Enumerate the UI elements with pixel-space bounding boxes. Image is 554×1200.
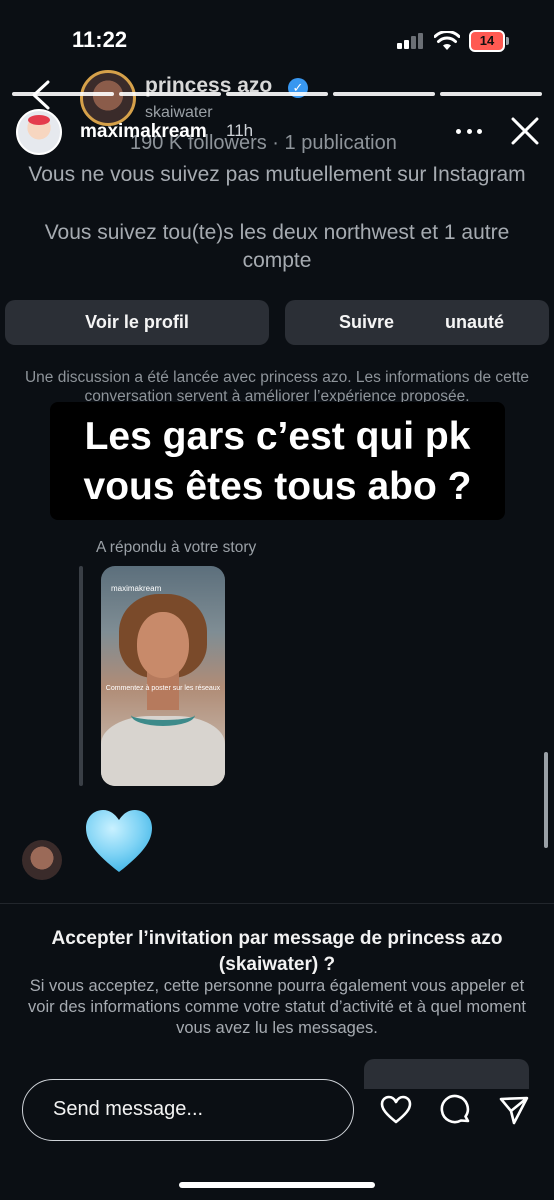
dm-handle: skaiwater: [145, 104, 213, 121]
progress-segment: [12, 92, 114, 96]
thumbnail-username: maximakream: [111, 584, 162, 593]
send-icon[interactable]: [498, 1094, 530, 1126]
follow-label: Suivre: [339, 312, 395, 332]
story-caption: Les gars c’est qui pk vous êtes tous abo…: [50, 402, 505, 520]
dm-avatar[interactable]: [80, 70, 136, 126]
sender-avatar[interactable]: [22, 840, 62, 880]
comment-icon[interactable]: [440, 1094, 472, 1126]
signal-icon: [397, 33, 423, 49]
story-time: 11h: [226, 121, 254, 140]
story-avatar[interactable]: [16, 109, 62, 155]
blue-heart-emoji: [86, 810, 152, 872]
scroll-indicator[interactable]: [544, 752, 548, 848]
battery-level: 14: [469, 30, 505, 52]
wifi-icon: [434, 31, 460, 50]
story-progress: [12, 92, 542, 96]
story-thumbnail[interactable]: maximakream Commentez à poster sur les r…: [101, 566, 225, 786]
battery-icon: 14: [469, 30, 509, 52]
divider: [0, 903, 554, 904]
reply-line: [79, 566, 83, 786]
message-input[interactable]: [53, 1080, 343, 1139]
accept-button[interactable]: [364, 1059, 529, 1089]
close-icon[interactable]: [510, 116, 540, 146]
home-indicator: [179, 1182, 375, 1188]
view-profile-button[interactable]: Voir le profil: [5, 300, 269, 345]
mutual-info: Vous ne vous suivez pas mutuellement sur…: [28, 163, 526, 186]
thumbnail-text: Commentez à poster sur les réseaux: [105, 685, 221, 692]
follow-button[interactable]: Suivre unauté: [285, 300, 549, 345]
progress-segment: [333, 92, 435, 96]
progress-segment: [226, 92, 328, 96]
message-input-container[interactable]: [22, 1079, 354, 1141]
replied-label: A répondu à votre story: [96, 539, 257, 556]
accept-title: Accepter l’invitation par message de pri…: [51, 928, 503, 975]
discussion-notice: Une discussion a été lancée avec princes…: [24, 369, 530, 404]
more-icon[interactable]: [456, 129, 482, 135]
caption-line-2: vous êtes tous abo ?: [83, 465, 472, 508]
accept-body: Si vous acceptez, cette personne pourra …: [28, 977, 526, 1037]
status-time: 11:22: [72, 27, 128, 52]
story-username[interactable]: maximakream: [80, 121, 207, 143]
follow-suffix: unauté: [445, 312, 505, 332]
follow-info: Vous suivez tou(te)s les deux northwest …: [44, 221, 510, 272]
caption-line-1: Les gars c’est qui pk: [84, 415, 471, 458]
heart-icon[interactable]: [380, 1094, 412, 1126]
progress-segment: [440, 92, 542, 96]
progress-segment: [119, 92, 221, 96]
